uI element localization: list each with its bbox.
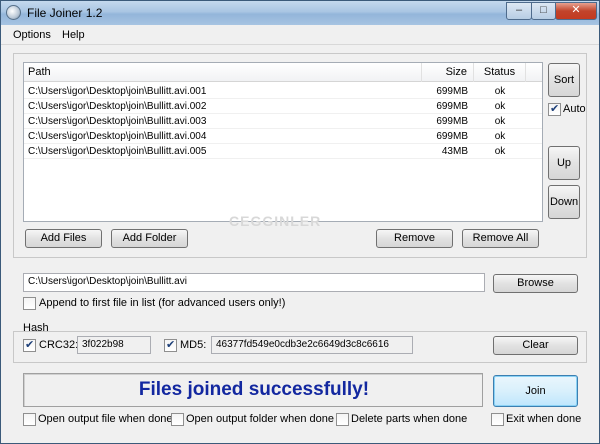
open-file-checkbox[interactable]	[23, 413, 36, 426]
close-button[interactable]: ✕	[555, 2, 597, 20]
md5-value: 46377fd549e0cdb3e2c6649d3c8c6616	[211, 336, 413, 354]
row-path: C:\Users\igor\Desktop\join\Bullitt.avi.0…	[28, 131, 207, 142]
up-button[interactable]: Up	[548, 146, 580, 180]
exit-label: Exit when done	[506, 413, 582, 425]
add-folder-button[interactable]: Add Folder	[111, 229, 188, 248]
row-path: C:\Users\igor\Desktop\join\Bullitt.avi.0…	[28, 101, 207, 112]
status-message: Files joined successfully!	[138, 379, 370, 400]
row-size: 699MB	[436, 86, 468, 97]
table-row[interactable]: C:\Users\igor\Desktop\join\Bullitt.avi.0…	[24, 99, 542, 114]
row-status: ok	[494, 131, 506, 142]
column-status[interactable]: Status	[474, 63, 526, 82]
down-button[interactable]: Down	[548, 185, 580, 219]
auto-checkbox[interactable]	[548, 102, 561, 116]
open-folder-checkbox[interactable]	[171, 413, 184, 426]
menu-options[interactable]: Options	[13, 29, 51, 41]
row-status: ok	[494, 86, 506, 97]
table-row[interactable]: C:\Users\igor\Desktop\join\Bullitt.avi.0…	[24, 144, 542, 159]
file-list[interactable]: Path Size Status C:\Users\igor\Desktop\j…	[23, 62, 543, 222]
row-status: ok	[494, 101, 506, 112]
maximize-button[interactable]: □	[531, 2, 556, 20]
delete-parts-checkbox[interactable]	[336, 413, 349, 426]
title-bar[interactable]: File Joiner 1.2 – □ ✕	[1, 1, 599, 25]
row-path: C:\Users\igor\Desktop\join\Bullitt.avi.0…	[28, 86, 207, 97]
minimize-button[interactable]: –	[506, 2, 532, 20]
app-icon	[6, 5, 21, 20]
row-path: C:\Users\igor\Desktop\join\Bullitt.avi.0…	[28, 146, 207, 157]
table-row[interactable]: C:\Users\igor\Desktop\join\Bullitt.avi.0…	[24, 129, 542, 144]
watermark: CEGGINLER	[229, 213, 322, 229]
append-checkbox[interactable]	[23, 297, 36, 310]
crc32-value: 3f022b98	[77, 336, 151, 354]
auto-label: Auto	[563, 103, 586, 115]
menu-bar: Options Help	[1, 25, 599, 45]
app-window: File Joiner 1.2 – □ ✕ Options Help Path …	[0, 0, 600, 444]
row-status: ok	[494, 146, 506, 157]
row-size: 699MB	[436, 131, 468, 142]
sort-button[interactable]: Sort	[548, 63, 580, 97]
clear-button[interactable]: Clear	[493, 336, 578, 355]
open-file-label: Open output file when done	[38, 413, 173, 425]
table-row[interactable]: C:\Users\igor\Desktop\join\Bullitt.avi.0…	[24, 114, 542, 129]
md5-checkbox[interactable]	[164, 338, 177, 352]
crc32-label: CRC32:	[39, 339, 79, 351]
window-title: File Joiner 1.2	[27, 6, 103, 20]
row-path: C:\Users\igor\Desktop\join\Bullitt.avi.0…	[28, 116, 207, 127]
column-path[interactable]: Path	[24, 63, 422, 82]
join-button[interactable]: Join	[493, 375, 578, 407]
md5-label: MD5:	[180, 339, 207, 351]
append-label: Append to first file in list (for advanc…	[39, 297, 286, 309]
column-size[interactable]: Size	[422, 63, 474, 82]
table-row[interactable]: C:\Users\igor\Desktop\join\Bullitt.avi.0…	[24, 84, 542, 99]
file-list-header: Path Size Status	[24, 63, 542, 82]
output-path-input[interactable]: C:\Users\igor\Desktop\join\Bullitt.avi	[23, 273, 485, 292]
row-size: 43MB	[441, 146, 468, 157]
row-size: 699MB	[436, 116, 468, 127]
remove-button[interactable]: Remove	[376, 229, 453, 248]
open-folder-label: Open output folder when done	[186, 413, 335, 425]
status-box: Files joined successfully!	[23, 373, 483, 407]
row-status: ok	[494, 116, 506, 127]
row-size: 699MB	[436, 101, 468, 112]
add-files-button[interactable]: Add Files	[25, 229, 102, 248]
browse-button[interactable]: Browse	[493, 274, 578, 293]
exit-checkbox[interactable]	[491, 413, 504, 426]
menu-help[interactable]: Help	[62, 29, 85, 41]
remove-all-button[interactable]: Remove All	[462, 229, 539, 248]
crc32-checkbox[interactable]	[23, 338, 36, 352]
delete-parts-label: Delete parts when done	[351, 413, 468, 425]
